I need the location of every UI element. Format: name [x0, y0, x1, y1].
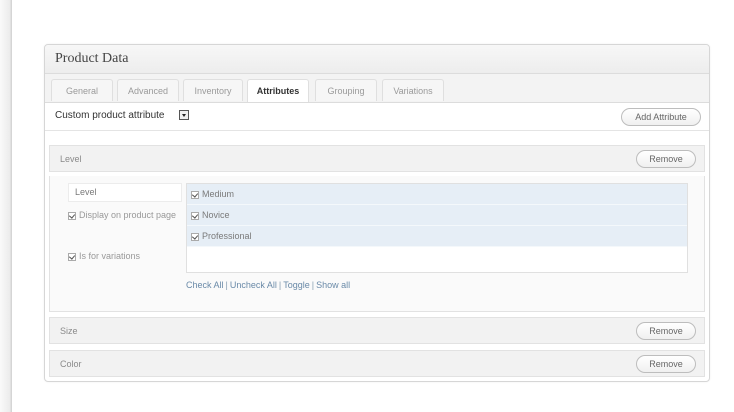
value-item-professional[interactable]: Professional	[187, 226, 687, 247]
checkbox-checked-icon[interactable]	[191, 190, 199, 199]
attribute-select-label[interactable]: Custom product attribute	[55, 110, 165, 121]
panel-title: Product Data	[45, 45, 709, 74]
tab-grouping[interactable]: Grouping	[315, 79, 377, 101]
attribute-name: Size	[60, 326, 78, 336]
product-data-panel: Product Data General Advanced Inventory …	[44, 44, 710, 382]
value-actions: Check All | Uncheck All | Toggle | Show all	[186, 280, 350, 290]
value-label: Medium	[202, 189, 235, 199]
check-all-link[interactable]: Check All	[186, 280, 224, 290]
add-attribute-button[interactable]: Add Attribute	[621, 108, 701, 126]
checkbox-checked-icon[interactable]	[68, 252, 76, 261]
show-all-link[interactable]: Show all	[316, 280, 350, 290]
remove-button[interactable]: Remove	[636, 355, 696, 373]
checkbox-checked-icon[interactable]	[191, 211, 199, 220]
window-edge	[0, 0, 12, 412]
uncheck-all-link[interactable]: Uncheck All	[230, 280, 277, 290]
attribute-name: Color	[60, 359, 82, 369]
tab-bar: General Advanced Inventory Attributes Gr…	[45, 74, 709, 103]
checkbox-checked-icon[interactable]	[191, 232, 199, 241]
attribute-values-list[interactable]: Medium Novice Professional	[186, 183, 688, 273]
tab-variations[interactable]: Variations	[382, 79, 444, 101]
value-label: Professional	[202, 231, 252, 241]
tab-inventory[interactable]: Inventory	[183, 79, 243, 101]
separator: |	[311, 280, 315, 290]
tab-advanced[interactable]: Advanced	[117, 79, 179, 101]
checkbox-checked-icon[interactable]	[68, 211, 76, 220]
attribute-name: Level	[60, 154, 82, 164]
value-item-novice[interactable]: Novice	[187, 205, 687, 226]
attribute-editor-level: Level Display on product page Is for var…	[49, 176, 705, 312]
remove-button[interactable]: Remove	[636, 322, 696, 340]
remove-button[interactable]: Remove	[636, 150, 696, 168]
attribute-row-color[interactable]: Color Remove	[49, 350, 705, 377]
attribute-name-field[interactable]: Level	[68, 183, 182, 202]
display-on-product-page-option[interactable]: Display on product page	[68, 210, 188, 221]
attribute-row-level[interactable]: Level Remove	[49, 145, 705, 172]
separator: |	[278, 280, 282, 290]
is-for-variations-option[interactable]: Is for variations	[68, 251, 188, 262]
separator: |	[225, 280, 228, 290]
attribute-row-size[interactable]: Size Remove	[49, 317, 705, 344]
toggle-link[interactable]: Toggle	[283, 280, 310, 290]
attribute-toolbar: Custom product attribute Add Attribute	[45, 104, 709, 131]
value-item-medium[interactable]: Medium	[187, 184, 687, 205]
option-label: Is for variations	[79, 251, 141, 261]
tab-general[interactable]: General	[51, 79, 113, 101]
value-label: Novice	[202, 210, 230, 220]
dropdown-arrow-icon[interactable]	[179, 110, 189, 120]
tab-attributes[interactable]: Attributes	[247, 79, 309, 102]
option-label: Display on product page	[79, 210, 177, 220]
